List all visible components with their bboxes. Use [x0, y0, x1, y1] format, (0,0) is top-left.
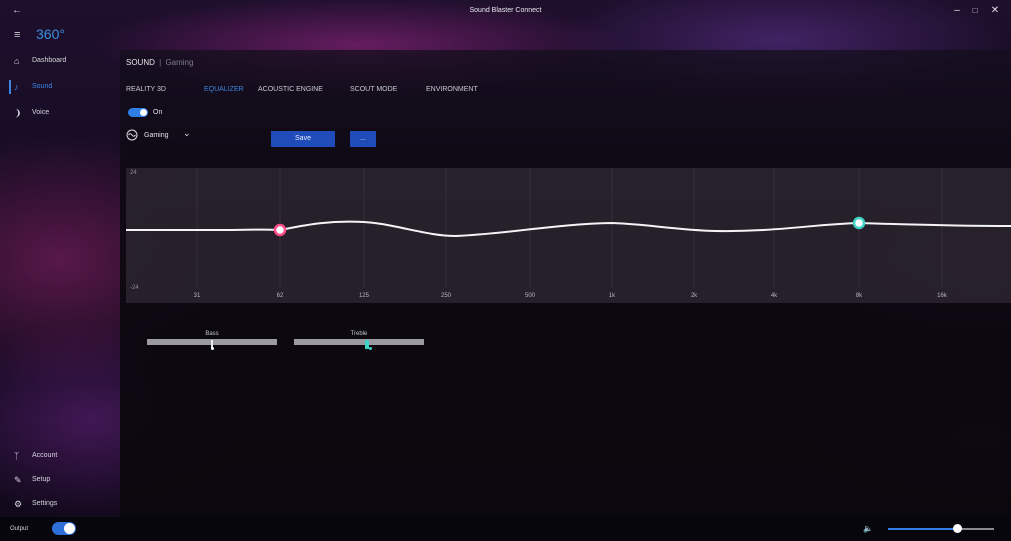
volume-fill — [888, 528, 957, 530]
hamburger-icon[interactable]: ≡ — [14, 29, 20, 41]
sidebar-item-settings[interactable]: ⚙ Settings — [0, 493, 120, 515]
equalizer-graph[interactable]: 24 -24 31 62 125 250 500 1k 2k 4k 8k 16k — [126, 168, 1011, 303]
preset-name: Gaming — [144, 132, 169, 139]
breadcrumb-profile: Gaming — [165, 58, 194, 67]
output-toggle-knob — [64, 523, 75, 534]
treble-slider-dot — [369, 347, 372, 350]
sidebar-item-label: Dashboard — [32, 57, 67, 64]
bass-slider-dot — [211, 347, 214, 350]
freq-label: 31 — [193, 293, 201, 299]
tab-acoustic-engine[interactable]: ACOUSTIC ENGINE — [258, 86, 323, 93]
breadcrumb: SOUND | Gaming — [126, 58, 193, 67]
maximize-icon[interactable]: □ — [966, 3, 984, 19]
freq-label: 1k — [608, 293, 616, 299]
treble-label: Treble — [350, 331, 368, 337]
preset-dropdown[interactable]: Gaming ⌄ — [126, 128, 196, 143]
minimize-icon[interactable]: – — [948, 3, 966, 19]
freq-label: 16k — [937, 293, 947, 299]
eq-curve-canvas[interactable] — [126, 168, 1011, 303]
eq-toggle-label: On — [153, 109, 163, 116]
eq-treble-handle[interactable] — [852, 216, 866, 230]
output-toggle[interactable] — [52, 522, 76, 535]
treble-slider[interactable] — [294, 339, 424, 345]
close-icon[interactable]: ✕ — [986, 3, 1004, 19]
freq-label: 62 — [276, 293, 284, 299]
freq-label: 4k — [770, 293, 778, 299]
gear-icon: ⚙ — [14, 499, 23, 509]
app-header: ≡ 360° — [0, 24, 120, 50]
sidebar-item-label: Account — [32, 452, 58, 459]
sidebar-item-setup[interactable]: ✎ Setup — [0, 469, 120, 491]
main-panel: SOUND | Gaming REALITY 3D EQUALIZER ACOU… — [120, 50, 1011, 517]
freq-label: 500 — [524, 293, 536, 299]
person-icon: ᛉ — [14, 451, 20, 461]
volume-slider[interactable] — [888, 524, 994, 533]
bass-label: Bass — [205, 331, 219, 337]
sidebar-item-voice[interactable]: ❩ Voice — [0, 102, 120, 124]
tab-scout-mode[interactable]: SCOUT MODE — [350, 86, 397, 93]
wrench-icon: ✎ — [14, 475, 22, 485]
tab-environment[interactable]: ENVIRONMENT — [426, 86, 478, 93]
home-icon: ⌂ — [14, 56, 20, 66]
breadcrumb-separator: | — [159, 58, 162, 67]
sidebar-item-label: Sound — [32, 83, 53, 90]
title-bar: ← Sound Blaster Connect – □ ✕ — [0, 0, 1011, 24]
preset-wave-icon — [126, 129, 138, 141]
sidebar-item-label: Setup — [32, 476, 51, 483]
freq-label: 250 — [440, 293, 452, 299]
chevron-down-icon: ⌄ — [183, 128, 191, 138]
active-indicator — [9, 80, 11, 94]
music-note-icon: ♪ — [14, 82, 19, 92]
bottom-bar: Output 🔈 — [0, 517, 1011, 541]
save-button[interactable]: Save — [271, 131, 335, 147]
sidebar-item-label: Voice — [32, 109, 50, 116]
output-label: Output — [10, 526, 29, 532]
window-title: Sound Blaster Connect — [469, 7, 542, 14]
toggle-knob — [140, 109, 147, 116]
treble-control: Treble — [294, 331, 424, 361]
freq-label: 8k — [855, 293, 863, 299]
brand-logo: 360° — [36, 26, 65, 42]
breadcrumb-section: SOUND — [126, 58, 155, 67]
eq-bass-handle[interactable] — [273, 223, 287, 237]
sidebar-item-account[interactable]: ᛉ Account — [0, 445, 120, 467]
sidebar: ⌂ Dashboard ♪ Sound ❩ Voice ᛉ Account ✎ … — [0, 50, 120, 517]
eq-toggle[interactable] — [128, 108, 148, 117]
more-options-button[interactable]: ... — [350, 131, 376, 147]
db-max-label: 24 — [130, 170, 137, 176]
speaker-icon[interactable]: 🔈 — [863, 524, 873, 533]
tab-equalizer[interactable]: EQUALIZER — [204, 86, 244, 93]
bass-control: Bass — [147, 331, 277, 361]
tab-reality-3d[interactable]: REALITY 3D — [126, 86, 166, 93]
sidebar-item-dashboard[interactable]: ⌂ Dashboard — [0, 50, 120, 72]
sidebar-item-label: Settings — [32, 500, 58, 507]
voice-icon: ❩ — [14, 108, 22, 118]
freq-label: 2k — [690, 293, 698, 299]
freq-label: 125 — [358, 293, 370, 299]
eq-curve[interactable] — [126, 220, 1011, 238]
db-min-label: -24 — [130, 285, 139, 291]
sidebar-item-sound[interactable]: ♪ Sound — [0, 76, 120, 98]
volume-thumb[interactable] — [953, 524, 962, 533]
